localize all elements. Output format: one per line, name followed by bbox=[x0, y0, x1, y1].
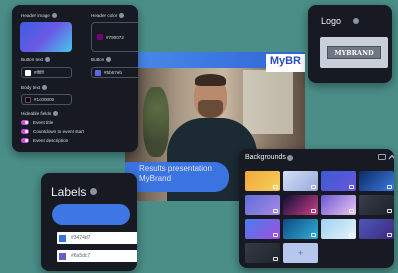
button-text-label: Button text bbox=[21, 57, 50, 63]
label-color-swatch-1 bbox=[59, 234, 66, 242]
button-label: Button bbox=[91, 57, 112, 63]
background-tile[interactable] bbox=[283, 195, 318, 215]
background-tile[interactable] bbox=[245, 219, 280, 239]
image-icon bbox=[387, 209, 392, 213]
background-tile[interactable] bbox=[359, 195, 394, 215]
background-tile[interactable] bbox=[321, 195, 356, 215]
image-icon bbox=[311, 233, 316, 237]
background-tile[interactable] bbox=[245, 171, 280, 191]
image-icon bbox=[387, 185, 392, 189]
video-caption-title: Results presentation bbox=[139, 164, 212, 173]
button-color-swatch bbox=[95, 69, 101, 76]
logo-title: Logo bbox=[321, 16, 342, 26]
image-icon bbox=[273, 185, 278, 189]
video-plant bbox=[143, 87, 169, 157]
presenter-hair bbox=[195, 74, 226, 86]
label-color-value-2: #6a5dc7 bbox=[71, 253, 91, 259]
header-image-label: Header image bbox=[21, 13, 57, 19]
header-settings-panel: Header image Header color #790072 Button… bbox=[12, 5, 138, 152]
image-icon bbox=[349, 185, 354, 189]
video-caption-subtitle: MyBrand bbox=[139, 174, 172, 183]
background-tile[interactable] bbox=[321, 171, 356, 191]
background-tile[interactable] bbox=[359, 171, 394, 191]
background-tile[interactable] bbox=[245, 195, 280, 215]
image-icon bbox=[311, 185, 316, 189]
label-color-field-1[interactable]: #3474d7 bbox=[57, 232, 137, 244]
video-corner-logo: MyBR bbox=[265, 54, 305, 72]
button-text-swatch bbox=[25, 69, 31, 76]
image-icon bbox=[311, 209, 316, 213]
hideable-fields-label: Hideable fields bbox=[21, 111, 59, 117]
button-color-value: #5b67eb bbox=[104, 70, 122, 75]
info-icon[interactable] bbox=[353, 18, 359, 24]
info-icon[interactable] bbox=[44, 57, 50, 63]
info-icon[interactable] bbox=[51, 13, 57, 19]
presenter-beard bbox=[198, 100, 223, 118]
video-caption-box: Results presentation MyBrand bbox=[125, 162, 229, 192]
label-color-swatch-2 bbox=[59, 252, 66, 260]
image-icon bbox=[387, 233, 392, 237]
backgrounds-title: Backgrounds bbox=[245, 154, 286, 161]
background-tile[interactable] bbox=[245, 243, 280, 263]
video-window bbox=[243, 70, 293, 134]
label-color-field-2[interactable]: #6a5dc7 bbox=[57, 250, 137, 262]
body-text-swatch bbox=[25, 96, 31, 103]
info-icon[interactable] bbox=[53, 111, 59, 117]
image-icon bbox=[349, 209, 354, 213]
image-icon bbox=[273, 209, 278, 213]
toggle-event-description[interactable]: Event description bbox=[21, 138, 68, 143]
info-icon[interactable] bbox=[106, 57, 112, 63]
info-icon[interactable] bbox=[90, 188, 97, 195]
body-text-label: Body text bbox=[21, 85, 48, 91]
backgrounds-card: Backgrounds + bbox=[239, 149, 394, 268]
info-icon[interactable] bbox=[42, 85, 48, 91]
button-color-field[interactable]: #5b67eb bbox=[91, 67, 138, 78]
image-icon bbox=[273, 233, 278, 237]
add-background-button[interactable]: + bbox=[283, 243, 318, 263]
body-text-color-field[interactable]: #1c00000 bbox=[21, 94, 72, 105]
header-color-field[interactable]: #790072 bbox=[91, 22, 138, 52]
button-text-color-field[interactable]: #ffffff bbox=[21, 67, 72, 78]
toggle-switch[interactable] bbox=[21, 138, 29, 143]
logo-wordmark: MYBRAND bbox=[327, 46, 381, 59]
image-icon bbox=[349, 233, 354, 237]
label-color-value-1: #3474d7 bbox=[71, 235, 91, 241]
background-tile[interactable] bbox=[283, 171, 318, 191]
background-tile[interactable] bbox=[321, 219, 356, 239]
toggle-countdown[interactable]: Countdown to event start bbox=[21, 129, 84, 134]
toggle-switch[interactable] bbox=[21, 129, 29, 134]
labels-title: Labels bbox=[51, 185, 87, 199]
header-color-value: #790072 bbox=[106, 34, 124, 40]
image-icon bbox=[273, 257, 278, 261]
labels-card: Labels #3474d7 #6a5dc7 bbox=[41, 173, 137, 271]
label-preview-pill bbox=[52, 204, 130, 225]
background-tile[interactable] bbox=[283, 219, 318, 239]
chevron-up-icon[interactable] bbox=[388, 154, 394, 160]
header-image-picker[interactable] bbox=[20, 22, 72, 52]
header-color-label: Header color bbox=[91, 13, 125, 19]
header-color-swatch bbox=[97, 34, 103, 40]
button-text-value: #ffffff bbox=[34, 70, 44, 75]
info-icon[interactable] bbox=[287, 155, 293, 161]
layout-toggle-icon[interactable] bbox=[378, 154, 386, 160]
toggle-switch[interactable] bbox=[21, 120, 29, 125]
body-text-value: #1c00000 bbox=[34, 97, 55, 102]
logo-card: Logo MYBRAND bbox=[308, 5, 392, 83]
background-grid: + bbox=[245, 171, 394, 267]
info-icon[interactable] bbox=[119, 13, 125, 19]
background-tile[interactable] bbox=[359, 219, 394, 239]
toggle-event-title[interactable]: Event title bbox=[21, 120, 53, 125]
